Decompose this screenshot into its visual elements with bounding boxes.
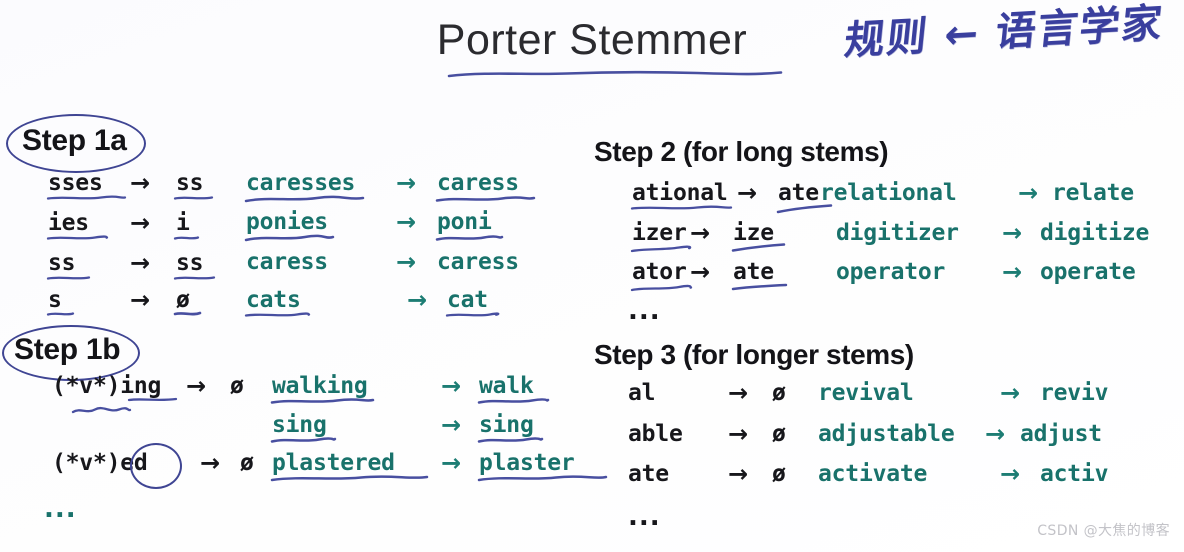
- step-1a-rule-result: ø: [176, 287, 190, 313]
- underline-vstar-ing: [71, 406, 132, 416]
- step-1a-rule-pattern: ies: [48, 210, 89, 236]
- step-1a-example-word: cats: [246, 287, 301, 313]
- title-underline: [447, 69, 783, 78]
- underline-ator: [630, 284, 693, 293]
- step-3-rule-arrow: →: [728, 420, 749, 448]
- step-3-example-word: adjustable: [818, 421, 955, 447]
- underline-ponies: [244, 234, 335, 243]
- step-1b-example-stem: walk: [479, 373, 534, 399]
- step-2-heading: Step 2 (for long stems): [594, 136, 889, 167]
- step-1a-example-word: caresses: [246, 170, 356, 196]
- step-1b-example-stem: sing: [479, 412, 534, 438]
- step-3-example-word: revival: [818, 380, 914, 406]
- underline-caress-stem: [435, 195, 536, 204]
- step-2-rule-arrow: →: [690, 219, 711, 247]
- step-1b-ellipsis: ...: [44, 494, 77, 524]
- step-1b-example-arrow: →: [441, 411, 462, 439]
- step-2-rule-result: ate: [733, 259, 774, 285]
- step-3-example-arrow: →: [1000, 379, 1021, 407]
- step-2-rule-arrow: →: [737, 179, 758, 207]
- step-1a-example-stem: poni: [437, 209, 492, 235]
- step-2-rule-result: ate: [778, 180, 819, 206]
- step-1a-example-arrow: →: [407, 286, 428, 314]
- step-3-rule-result: ø: [772, 380, 786, 406]
- step-1b-example-word: plastered: [272, 450, 395, 476]
- step-3-example-stem: adjust: [1020, 421, 1102, 447]
- step-2-example-arrow: →: [1002, 258, 1023, 286]
- step-1a-example-arrow: →: [396, 248, 417, 276]
- step-1a-rule-arrow: →: [130, 286, 151, 314]
- step-2-rule-pattern: ational: [632, 180, 728, 206]
- step-3-rule-pattern: ate: [628, 461, 669, 487]
- step-3-example-arrow: →: [985, 420, 1006, 448]
- step-2-example-word: relational: [820, 180, 957, 206]
- step-1a-rule-result: ss: [176, 250, 204, 276]
- step-3-rule-arrow: →: [728, 379, 749, 407]
- step-2-example-stem: relate: [1052, 180, 1134, 206]
- step-1b-example-word: walking: [272, 373, 368, 399]
- underline-caresses: [244, 195, 365, 204]
- step-2-example-stem: operate: [1040, 259, 1136, 285]
- step-1a-rule-pattern: sses: [48, 170, 103, 196]
- step-1a-example-stem: caress: [437, 170, 519, 196]
- step-1a-example-stem: caress: [437, 249, 519, 275]
- step-3-rule-pattern: able: [628, 421, 683, 447]
- step-1a-example-stem: cat: [447, 287, 488, 313]
- csdn-watermark: CSDN @大焦的博客: [1037, 523, 1170, 539]
- slide-canvas: Porter Stemmer 规则 ← 语言学家 Step 1a sses → …: [0, 0, 1184, 552]
- step-2-rule-pattern: izer: [632, 220, 687, 246]
- step-1a-example-word: ponies: [246, 209, 328, 235]
- step-3-ellipsis: ...: [628, 502, 661, 532]
- step-1b-ed-circle: [130, 443, 182, 489]
- step-1b-rule-result: ø: [230, 373, 244, 399]
- step-1a-rule-arrow: →: [130, 209, 151, 237]
- step-2-ellipsis: ...: [628, 296, 661, 326]
- step-1a-rule-pattern: s: [48, 287, 62, 313]
- step-3-heading: Step 3 (for longer stems): [594, 339, 914, 370]
- step-2-rule-pattern: ator: [632, 259, 687, 285]
- step-3-rule-arrow: →: [728, 460, 749, 488]
- step-3-example-arrow: →: [1000, 460, 1021, 488]
- step-1b-example-arrow: →: [441, 372, 462, 400]
- step-1b-rule-arrow: →: [200, 449, 221, 477]
- step-1a-rule-arrow: →: [130, 169, 151, 197]
- step-1a-rule-pattern: ss: [48, 250, 76, 276]
- step-2-example-arrow: →: [1018, 179, 1039, 207]
- step-2-example-stem: digitize: [1040, 220, 1150, 246]
- step-3-example-word: activate: [818, 461, 928, 487]
- step-1b-rule-pattern: (*v*)ing: [52, 373, 162, 399]
- step-3-rule-result: ø: [772, 421, 786, 447]
- underline-izer: [630, 245, 692, 254]
- step-2-rule-result: ize: [733, 220, 774, 246]
- step-1a-rule-arrow: →: [130, 249, 151, 277]
- step-1a-rule-result: ss: [176, 170, 204, 196]
- step-1b-heading: Step 1b: [14, 333, 121, 366]
- step-1b-rule-result: ø: [240, 450, 254, 476]
- step-3-example-stem: activ: [1040, 461, 1109, 487]
- step-2-example-arrow: →: [1002, 219, 1023, 247]
- step-1a-example-arrow: →: [396, 169, 417, 197]
- step-1b-example-stem: plaster: [479, 450, 575, 476]
- step-3-example-stem: reviv: [1040, 380, 1109, 406]
- step-1b-example-word: sing: [272, 412, 327, 438]
- step-1a-heading: Step 1a: [22, 124, 127, 157]
- step-2-example-word: operator: [836, 259, 946, 285]
- step-1b-rule-arrow: →: [186, 372, 207, 400]
- step-1a-example-arrow: →: [396, 208, 417, 236]
- step-2-rule-arrow: →: [690, 258, 711, 286]
- step-1a-rule-result: i: [176, 210, 190, 236]
- step-1a-example-word: caress: [246, 249, 328, 275]
- underline-poni: [435, 234, 504, 243]
- step-3-rule-pattern: al: [628, 380, 656, 406]
- step-1b-example-arrow: →: [441, 449, 462, 477]
- step-2-example-word: digitizer: [836, 220, 959, 246]
- step-3-rule-result: ø: [772, 461, 786, 487]
